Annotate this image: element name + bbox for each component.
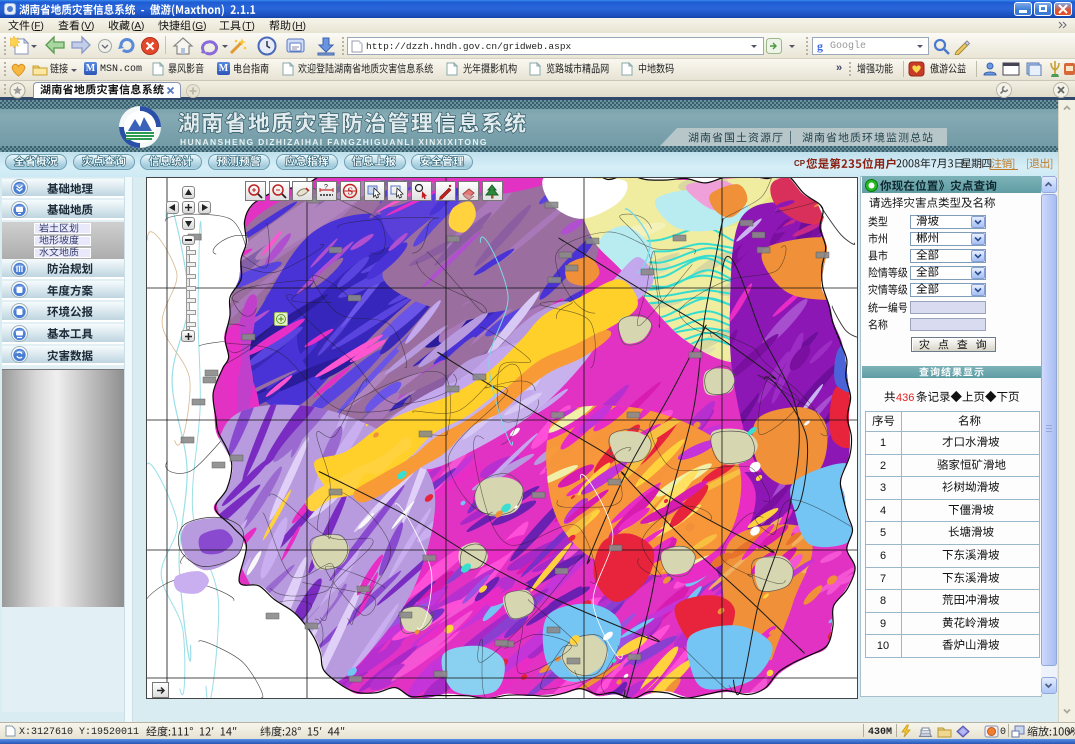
svg-text:?: ? [324, 184, 328, 191]
svg-text:S: S [347, 187, 353, 198]
